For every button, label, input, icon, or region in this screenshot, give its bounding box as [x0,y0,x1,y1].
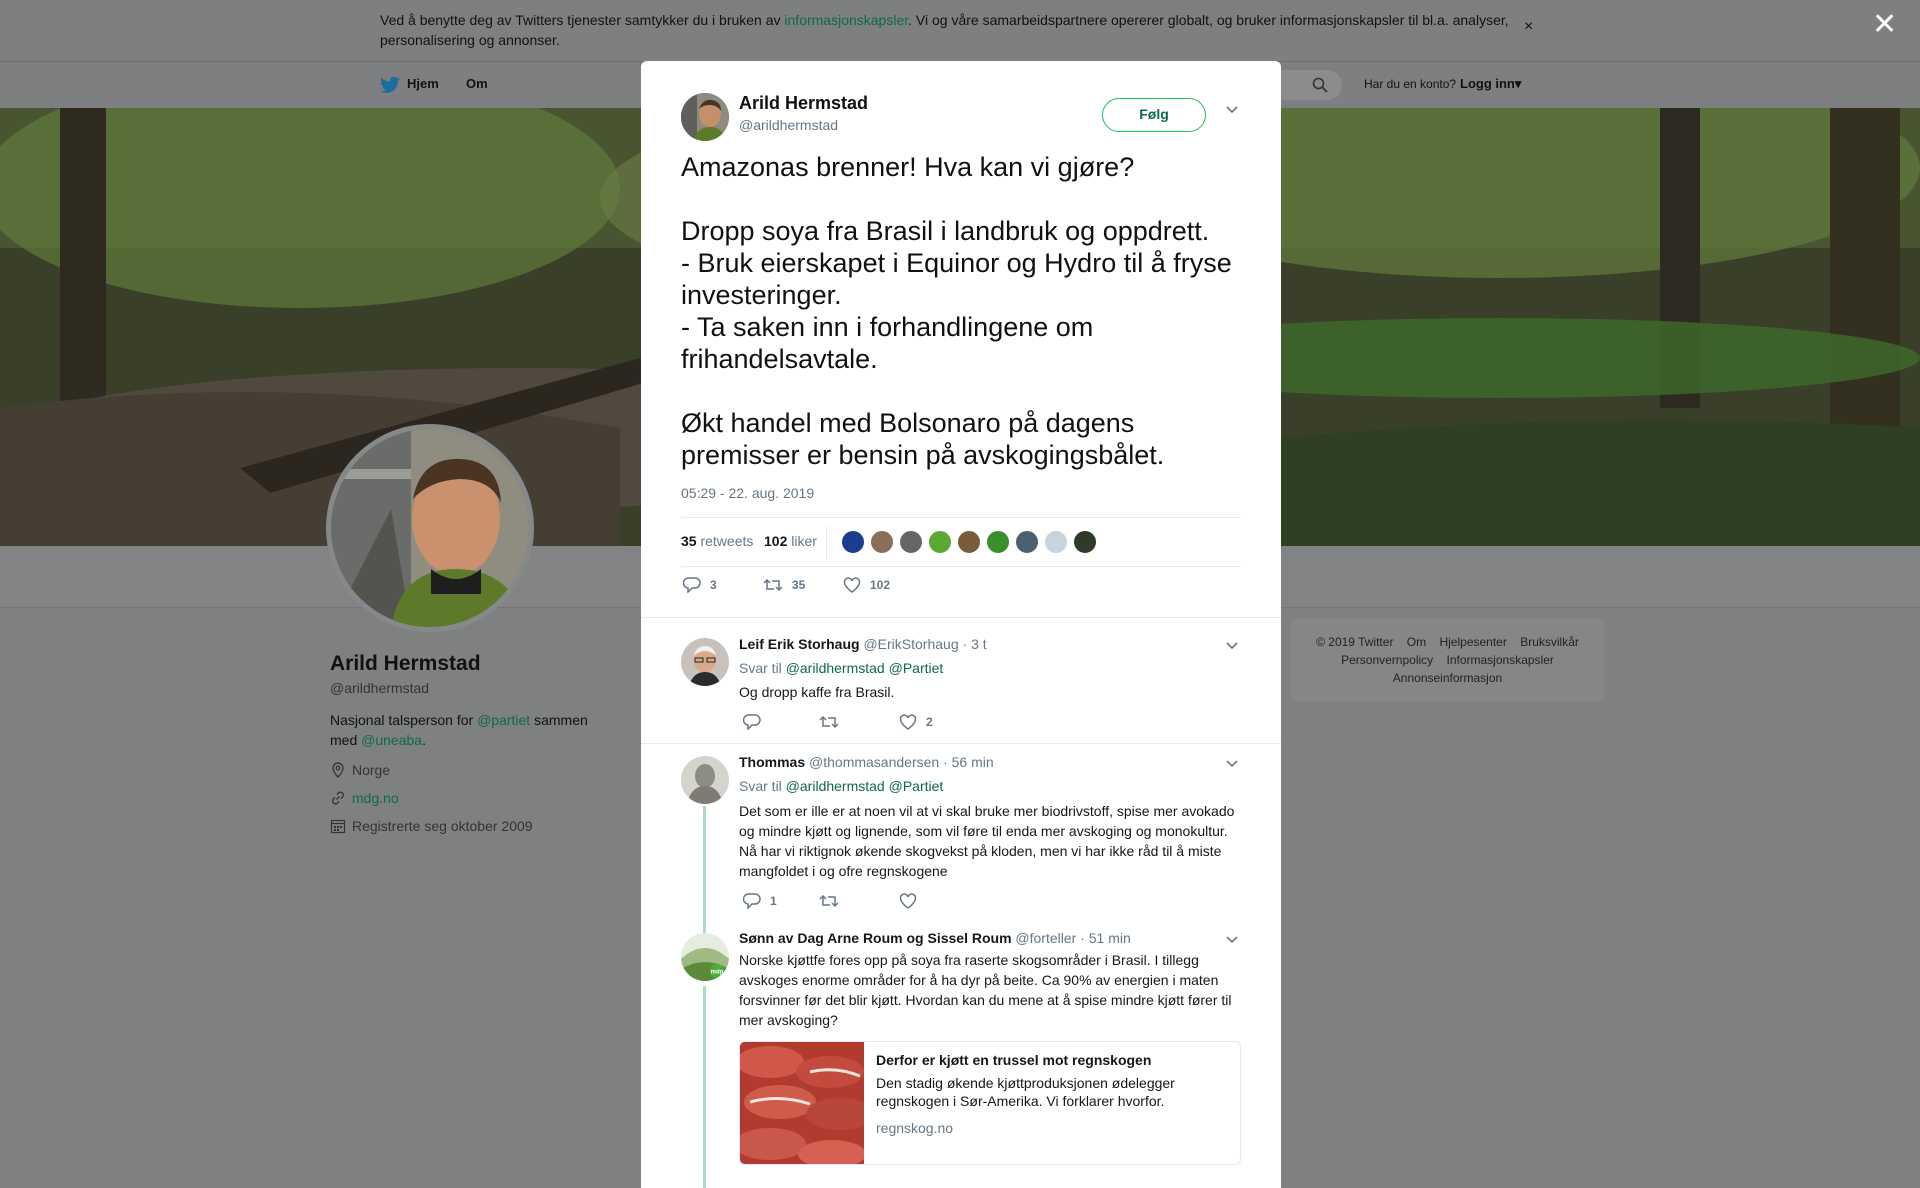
profile-handle: @arildhermstad [330,680,430,696]
liker-avatar[interactable] [1073,530,1097,554]
footer-terms[interactable]: Bruksvilkår [1520,635,1579,649]
reply-to-links[interactable]: @arildhermstad @Partiet [786,660,944,676]
search-icon[interactable] [1312,77,1328,93]
cookie-close-button[interactable]: × [1524,18,1533,36]
card-title: Derfor er kjøtt en trussel mot regnskoge… [876,1052,1152,1068]
nav-about[interactable]: Om [466,76,488,91]
divider [641,617,1281,618]
reply-button[interactable]: 3 [682,577,717,594]
link-icon [332,791,344,805]
chevron-down-icon[interactable] [1225,105,1239,115]
profile-joined: Registrerte seg oktober 2009 [330,818,533,834]
liker-avatar[interactable] [899,530,923,554]
card-domain: regnskog.no [876,1120,954,1136]
chevron-down-icon[interactable] [1225,759,1239,769]
card-description: Den stadig økende kjøttproduksjonen ødel… [876,1075,1175,1109]
card-image [740,1042,864,1164]
tweet-author-name[interactable]: Arild Hermstad [739,93,868,114]
thread-connector [703,986,706,1188]
tweet-modal: Arild Hermstad @arildhermstad Følg Amazo… [641,61,1281,1188]
retweet-icon [763,578,783,592]
liker-avatar[interactable] [1015,530,1039,554]
liker-avatar[interactable] [1044,530,1068,554]
reply-text: Og dropp kaffe fra Brasil. [739,684,895,700]
login-question: Har du en konto? [1364,77,1457,91]
reply-header[interactable]: Sønn av Dag Arne Roum og Sissel Roum @fo… [739,930,1131,946]
footer-help[interactable]: Hjelpesenter [1439,635,1506,649]
liker-avatar[interactable] [870,530,894,554]
reply-text: Norske kjøttfe fores opp på soya fra ras… [739,952,1232,1028]
bio-link-partiet[interactable]: @partiet [477,712,530,728]
liker-avatar[interactable] [986,530,1010,554]
profile-name: Arild Hermstad [330,652,481,675]
retweet-icon [819,894,839,908]
footer-about[interactable]: Om [1407,635,1426,649]
tweet-author-avatar[interactable] [681,93,729,141]
like-button[interactable]: 102 [843,577,890,593]
retweet-button[interactable]: 35 [763,577,805,593]
profile-website[interactable]: mdg.no [330,790,399,806]
profile-avatar[interactable] [326,424,534,632]
liker-avatar[interactable] [928,530,952,554]
reply-button[interactable]: 1 [742,893,777,910]
profile-bio: Nasjonal talsperson for @partiet sammen … [330,712,588,748]
nav-home[interactable]: Hjem [407,76,439,91]
liker-avatar[interactable] [841,530,865,554]
retweet-icon [819,715,839,729]
twitter-bird-icon [380,76,400,93]
liker-avatar[interactable] [957,530,981,554]
tweet-author-handle[interactable]: @arildhermstad [739,117,838,133]
retweet-button[interactable] [819,893,848,909]
retweet-button[interactable] [819,714,848,730]
cookie-banner-text: Ved å benytte deg av Twitters tjenester … [380,12,1509,48]
like-button[interactable] [899,893,926,909]
tweet-stats: 35 retweets 102 liker [681,517,1241,567]
reply-to-line: Svar til @arildhermstad @Partiet [739,660,944,676]
reply-to-line: Svar til @arildhermstad @Partiet [739,778,944,794]
chevron-down-icon[interactable] [1225,641,1239,651]
heart-icon [843,577,861,593]
like-stat[interactable]: 102 liker [764,533,817,549]
stats-divider [826,526,827,560]
reply-text: Det som er ille er at noen vil at vi ska… [739,803,1235,879]
retweet-stat[interactable]: 35 retweets [681,533,753,549]
bio-link-uneaba[interactable]: @uneaba [361,732,422,748]
profile-location: Norge [330,762,390,778]
cookie-banner: Ved å benytte deg av Twitters tjenester … [0,0,1920,62]
footer-copyright: © 2019 Twitter [1316,635,1394,649]
cookie-info-link[interactable]: informasjonskapsler [784,12,908,28]
reply-button[interactable] [742,714,770,731]
reply-icon [742,893,761,910]
calendar-icon [330,819,346,834]
reply-to-links[interactable]: @arildhermstad @Partiet [786,778,944,794]
footer-ads-info[interactable]: Annonseinformasjon [1393,671,1502,685]
reply-avatar[interactable] [681,756,729,804]
reply-icon [682,577,701,594]
heart-icon [899,714,917,730]
footer-privacy[interactable]: Personvernpolicy [1341,653,1433,667]
svg-text:mdg: mdg [711,970,724,976]
location-pin-icon [332,762,344,778]
footer-links: © 2019 Twitter Om Hjelpesenter Bruksvilk… [1291,619,1604,701]
tweet-timestamp[interactable]: 05:29 - 22. aug. 2019 [681,485,814,501]
like-button[interactable]: 2 [899,714,933,730]
heart-icon [899,893,917,909]
reply-icon [742,714,761,731]
link-preview-card[interactable]: Derfor er kjøtt en trussel mot regnskoge… [739,1041,1241,1165]
close-overlay-button[interactable]: ✕ [1872,10,1897,40]
divider [641,743,1281,744]
follow-button[interactable]: Følg [1102,98,1206,132]
chevron-down-icon[interactable] [1225,935,1239,945]
reply-avatar[interactable] [681,638,729,686]
reply-avatar[interactable]: mdg [681,933,729,981]
tweet-text: Amazonas brenner! Hva kan vi gjøre? Drop… [681,152,1232,470]
login-button[interactable]: Logg inn▾ [1460,76,1521,92]
footer-cookies[interactable]: Informasjonskapsler [1447,653,1554,667]
reply-header[interactable]: Leif Erik Storhaug @ErikStorhaug · 3 t [739,636,987,652]
thread-connector [703,806,706,948]
reply-header[interactable]: Thommas @thommasandersen · 56 min [739,754,994,770]
